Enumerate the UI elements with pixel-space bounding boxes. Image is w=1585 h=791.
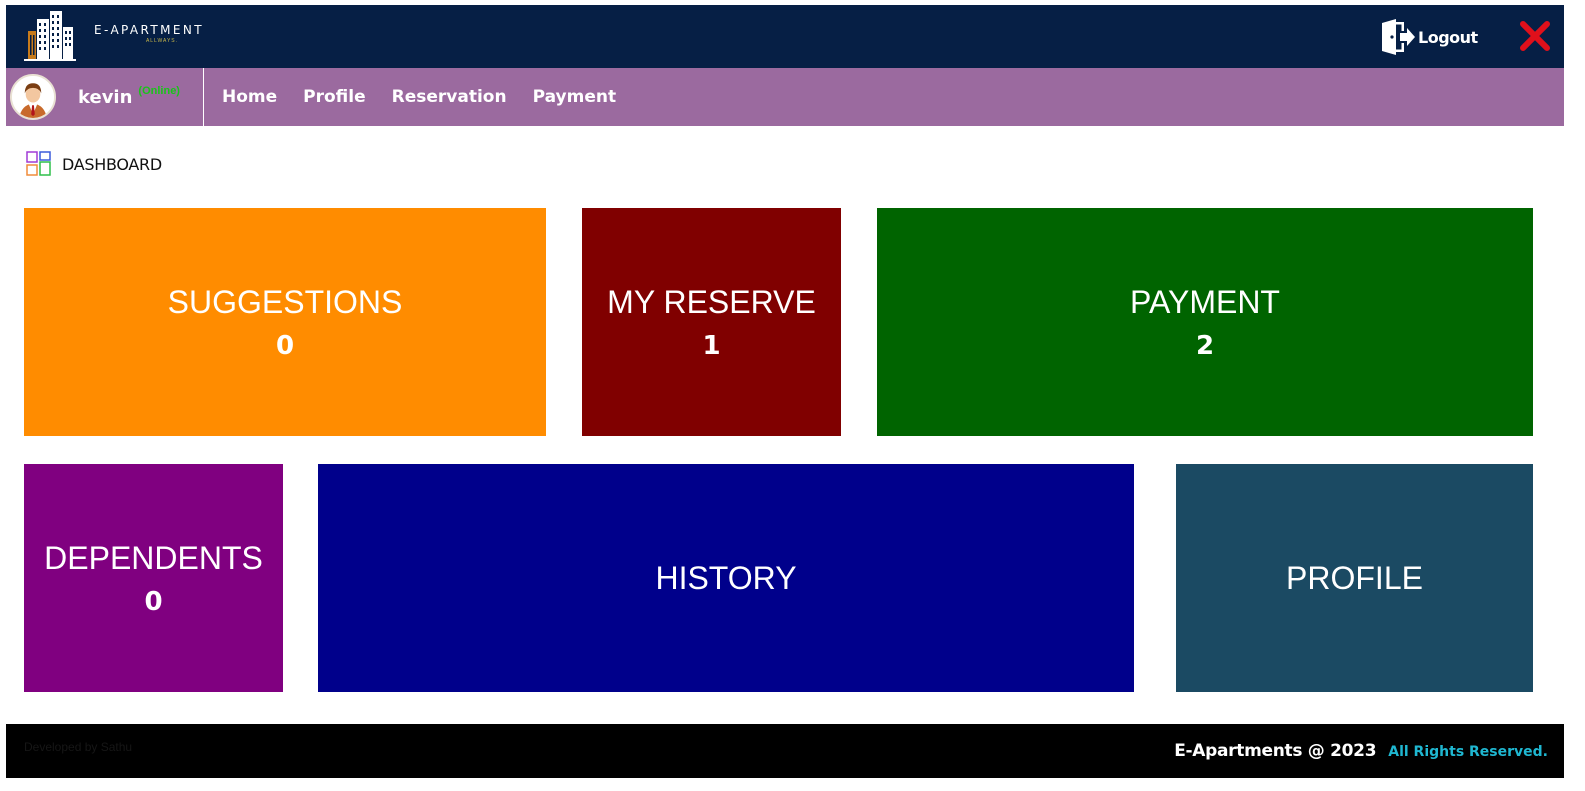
close-x-icon[interactable] xyxy=(1518,19,1552,53)
top-header: E-APARTMENT ALLWAYS. Logout xyxy=(6,5,1564,68)
tile-count: 2 xyxy=(1195,330,1215,361)
tile-label: HISTORY xyxy=(655,559,797,596)
user-name: kevin xyxy=(78,86,133,108)
brand-tagline: ALLWAYS. xyxy=(145,37,179,44)
logout-button[interactable]: Logout xyxy=(1378,17,1478,57)
footer: Developed by Sathu E-Apartments @ 2023 A… xyxy=(6,724,1564,778)
nav-bar: kevin (Online) Home Profile Reservation … xyxy=(6,68,1564,126)
tile-payment[interactable]: PAYMENT 2 xyxy=(877,208,1533,436)
tile-count: 0 xyxy=(144,586,163,617)
brand-name: E-APARTMENT xyxy=(94,22,204,37)
tile-profile[interactable]: PROFILE xyxy=(1176,464,1533,692)
tile-my-reserve[interactable]: MY RESERVE 1 xyxy=(582,208,841,436)
user-block: kevin (Online) xyxy=(6,68,204,126)
nav-payment[interactable]: Payment xyxy=(533,87,617,107)
dashboard-title: DASHBOARD xyxy=(62,154,162,174)
tile-history[interactable]: HISTORY xyxy=(318,464,1134,692)
brand-text: E-APARTMENT ALLWAYS. xyxy=(94,23,204,44)
building-logo-icon xyxy=(24,11,76,61)
dashboard-heading: DASHBOARD xyxy=(26,151,162,177)
app-window: E-APARTMENT ALLWAYS. Logout kevin (Onlin… xyxy=(6,5,1564,778)
tile-count: 1 xyxy=(702,330,721,361)
logout-label: Logout xyxy=(1418,27,1478,47)
nav-reservation[interactable]: Reservation xyxy=(392,87,507,107)
tile-label: MY RESERVE xyxy=(607,283,816,320)
tile-label: DEPENDENTS xyxy=(44,539,263,576)
online-status: (Online) xyxy=(138,85,180,97)
avatar-figure xyxy=(12,76,54,118)
nav-home[interactable]: Home xyxy=(222,87,277,107)
nav-profile[interactable]: Profile xyxy=(303,87,365,107)
nav-links: Home Profile Reservation Payment xyxy=(222,68,642,126)
footer-copyright: E-Apartments @ 2023 All Rights Reserved. xyxy=(1174,741,1548,761)
logout-door-icon xyxy=(1382,19,1415,55)
developer-credit: Developed by Sathu xyxy=(24,740,133,754)
tile-label: PROFILE xyxy=(1286,559,1423,596)
brand[interactable]: E-APARTMENT ALLWAYS. xyxy=(20,8,204,64)
user-avatar-icon[interactable] xyxy=(10,74,56,120)
tile-label: SUGGESTIONS xyxy=(167,283,403,320)
tile-label: PAYMENT xyxy=(1130,283,1280,320)
tile-suggestions[interactable]: SUGGESTIONS 0 xyxy=(24,208,546,436)
copyright-text: E-Apartments @ 2023 xyxy=(1174,741,1377,761)
dashboard-grid-icon xyxy=(26,151,51,176)
rights-text: All Rights Reserved. xyxy=(1388,744,1548,760)
tile-count: 0 xyxy=(275,330,295,361)
tile-dependents[interactable]: DEPENDENTS 0 xyxy=(24,464,283,692)
